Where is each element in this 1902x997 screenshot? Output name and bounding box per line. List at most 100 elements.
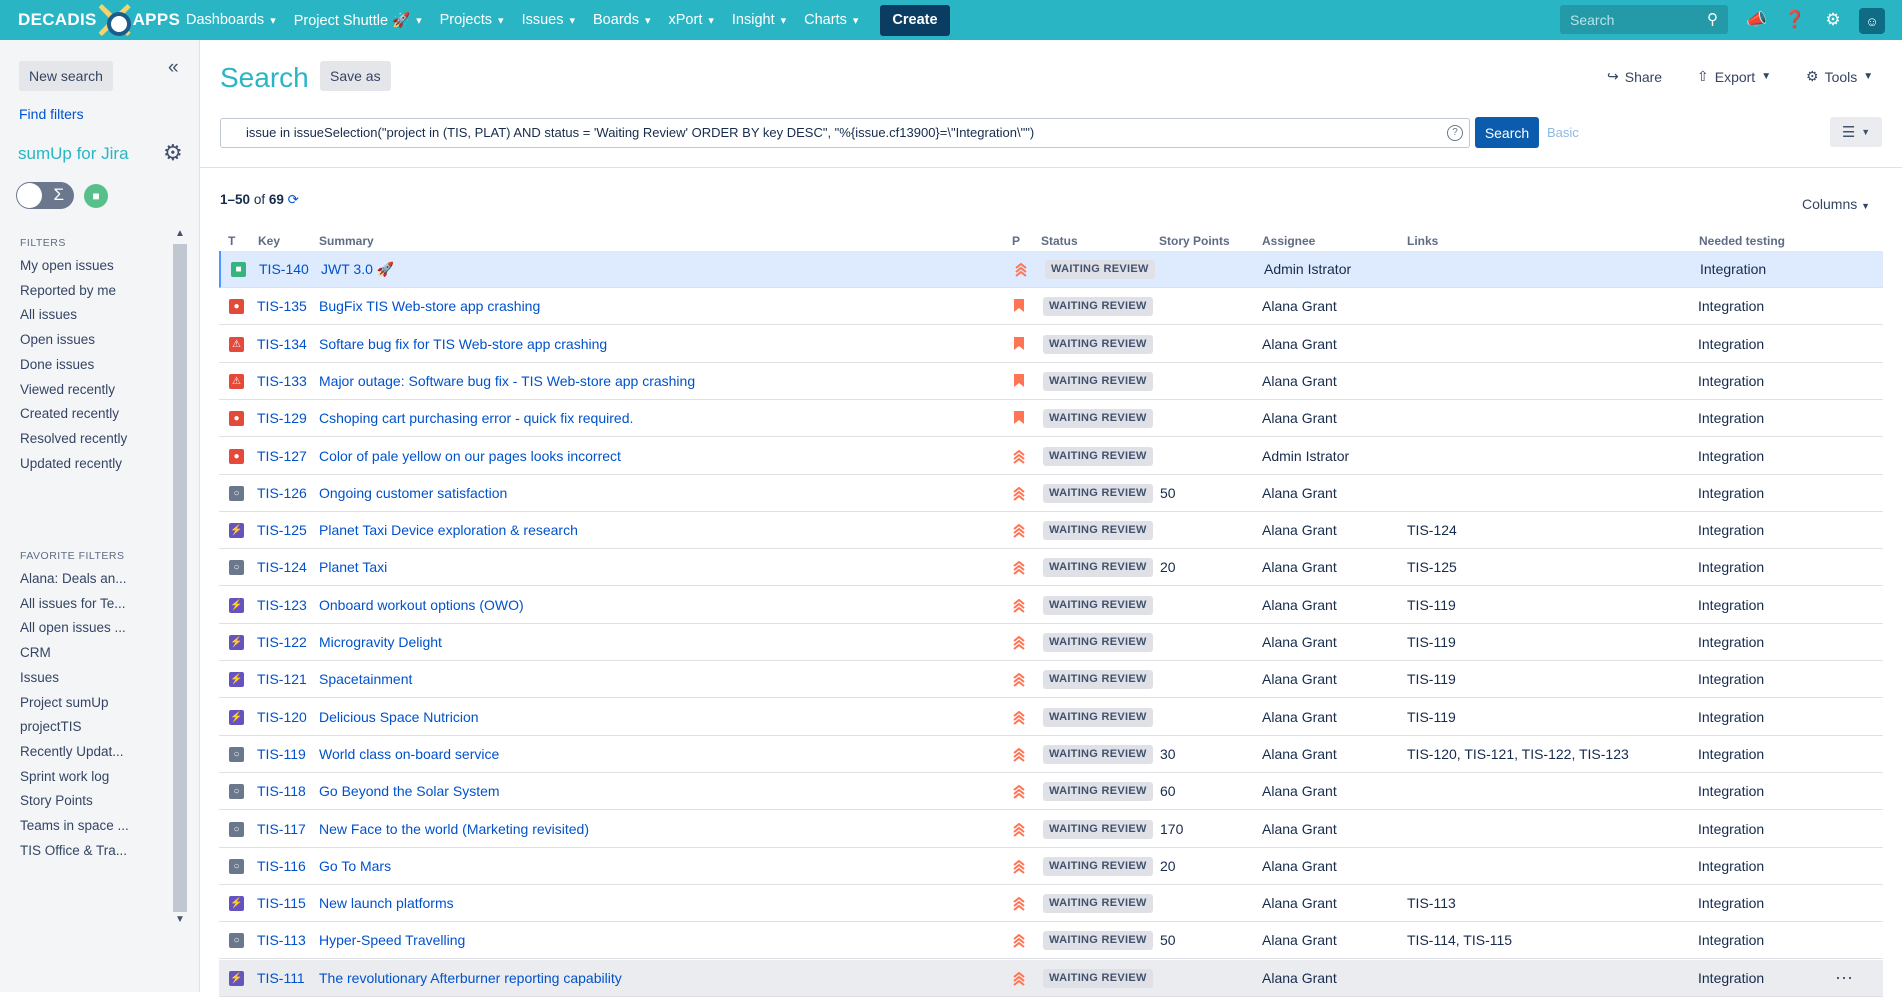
- nav-item[interactable]: Charts ▾: [804, 12, 858, 28]
- assignee-name[interactable]: Alana Grant: [1262, 549, 1337, 586]
- issue-summary-link[interactable]: New Face to the world (Marketing revisit…: [319, 811, 589, 848]
- issue-summary-link[interactable]: Softare bug fix for TIS Web-store app cr…: [319, 326, 607, 363]
- assignee-name[interactable]: Alana Grant: [1262, 363, 1337, 400]
- issue-summary-link[interactable]: Cshoping cart purchasing error - quick f…: [319, 400, 633, 437]
- issue-summary-link[interactable]: New launch platforms: [319, 885, 454, 922]
- assignee-name[interactable]: Admin Istrator: [1264, 251, 1351, 288]
- issue-key-link[interactable]: TIS-129: [257, 400, 307, 437]
- issue-row[interactable]: ⚠ TIS-133 Major outage: Software bug fix -…: [219, 363, 1883, 400]
- status-badge[interactable]: WAITING REVIEW: [1043, 894, 1153, 914]
- create-button[interactable]: Create: [880, 4, 950, 36]
- megaphone-icon[interactable]: 📣: [1745, 8, 1769, 32]
- issue-row[interactable]: ⚡ TIS-115 New launch platforms WAITING REVI…: [219, 885, 1883, 923]
- status-badge[interactable]: WAITING REVIEW: [1043, 521, 1153, 541]
- status-badge[interactable]: WAITING REVIEW: [1043, 968, 1153, 988]
- linked-issues[interactable]: TIS-119: [1407, 624, 1456, 661]
- status-badge[interactable]: WAITING REVIEW: [1043, 595, 1153, 615]
- nav-item[interactable]: Boards ▾: [593, 12, 650, 28]
- issue-key-link[interactable]: TIS-118: [257, 773, 306, 810]
- issue-row[interactable]: ○ TIS-117 New Face to the world (Marketing…: [219, 811, 1883, 848]
- status-badge[interactable]: WAITING REVIEW: [1043, 819, 1153, 839]
- search-button[interactable]: Search: [1475, 117, 1539, 148]
- assignee-name[interactable]: Alana Grant: [1262, 326, 1337, 363]
- issue-summary-link[interactable]: World class on-board service: [319, 736, 499, 773]
- issue-summary-link[interactable]: Delicious Space Nutricion: [319, 699, 479, 736]
- assignee-name[interactable]: Alana Grant: [1262, 773, 1337, 810]
- favorite-filter-link[interactable]: Project sumUp: [20, 695, 109, 710]
- share-button[interactable]: ↪ Share: [1607, 68, 1662, 85]
- issue-key-link[interactable]: TIS-111: [257, 960, 305, 997]
- issue-key-link[interactable]: TIS-133: [257, 363, 307, 400]
- favorite-filter-link[interactable]: TIS Office & Tra...: [20, 843, 127, 858]
- jql-help-icon[interactable]: ?: [1447, 125, 1463, 141]
- issue-key-link[interactable]: TIS-116: [257, 848, 306, 885]
- issue-summary-link[interactable]: Microgravity Delight: [319, 624, 442, 661]
- favorite-filter-link[interactable]: CRM: [20, 645, 51, 660]
- jql-input[interactable]: issue in issueSelection("project in (TIS…: [220, 118, 1470, 148]
- tools-button[interactable]: ⚙ Tools ▼: [1806, 68, 1873, 85]
- status-badge[interactable]: WAITING REVIEW: [1043, 856, 1153, 876]
- assignee-name[interactable]: Alana Grant: [1262, 587, 1337, 624]
- assignee-name[interactable]: Admin Istrator: [1262, 438, 1349, 475]
- issue-summary-link[interactable]: Spacetainment: [319, 661, 412, 698]
- column-header-story-points[interactable]: Story Points: [1159, 234, 1230, 248]
- issue-key-link[interactable]: TIS-126: [257, 475, 307, 512]
- sidebar-scrollbar[interactable]: ▲ ▼: [173, 228, 187, 928]
- linked-issues[interactable]: TIS-114, TIS-115: [1407, 922, 1512, 959]
- issue-key-link[interactable]: TIS-115: [257, 885, 306, 922]
- settings-gear-icon[interactable]: ⚙: [1821, 8, 1845, 32]
- issue-summary-link[interactable]: BugFix TIS Web-store app crashing: [319, 288, 540, 325]
- filter-link[interactable]: Resolved recently: [20, 431, 127, 446]
- status-badge[interactable]: WAITING REVIEW: [1043, 633, 1153, 652]
- linked-issues[interactable]: TIS-125: [1407, 549, 1457, 586]
- issue-row[interactable]: ⚡ TIS-120 Delicious Space Nutricion WAITING…: [219, 699, 1883, 736]
- issue-key-link[interactable]: TIS-127: [257, 438, 307, 475]
- issue-key-link[interactable]: TIS-134: [257, 326, 307, 363]
- columns-button[interactable]: Columns ▼: [1802, 196, 1870, 212]
- column-header-assignee[interactable]: Assignee: [1262, 234, 1315, 248]
- linked-issues[interactable]: TIS-119: [1407, 587, 1456, 624]
- assignee-name[interactable]: Alana Grant: [1262, 885, 1337, 922]
- favorite-filter-link[interactable]: Teams in space ...: [20, 818, 129, 833]
- filter-link[interactable]: Reported by me: [20, 283, 116, 298]
- column-header-type[interactable]: T: [228, 234, 235, 248]
- issue-summary-link[interactable]: Planet Taxi Device exploration & researc…: [319, 512, 578, 549]
- status-badge[interactable]: WAITING REVIEW: [1043, 446, 1153, 466]
- issue-row[interactable]: ○ TIS-113 Hyper-Speed Travelling WAITING RE…: [219, 922, 1883, 960]
- sumup-toggle[interactable]: Σ: [16, 182, 74, 209]
- find-filters-link[interactable]: Find filters: [19, 106, 84, 122]
- assignee-name[interactable]: Alana Grant: [1262, 811, 1337, 848]
- issue-summary-link[interactable]: Go Beyond the Solar System: [319, 773, 500, 810]
- layout-menu-button[interactable]: ☰ ▼: [1830, 117, 1882, 147]
- nav-item[interactable]: Dashboards ▾: [186, 12, 276, 28]
- status-badge[interactable]: WAITING REVIEW: [1043, 483, 1153, 503]
- favorite-filter-link[interactable]: Sprint work log: [20, 769, 109, 784]
- scroll-down-icon[interactable]: ▼: [173, 914, 187, 928]
- issue-row[interactable]: ⚡ TIS-122 Microgravity Delight WAITING REVI…: [219, 624, 1883, 661]
- linked-issues[interactable]: TIS-120, TIS-121, TIS-122, TIS-123: [1407, 736, 1629, 773]
- linked-issues[interactable]: TIS-113: [1407, 885, 1456, 922]
- issue-key-link[interactable]: TIS-121: [257, 661, 307, 698]
- status-badge[interactable]: WAITING REVIEW: [1043, 931, 1153, 951]
- column-header-priority[interactable]: P: [1012, 234, 1020, 248]
- export-button[interactable]: ⇧ Export ▼: [1697, 68, 1771, 85]
- user-avatar[interactable]: ☺: [1859, 8, 1885, 34]
- row-actions-icon[interactable]: ⋯: [1835, 960, 1853, 997]
- linked-issues[interactable]: TIS-124: [1407, 512, 1457, 549]
- sumup-title[interactable]: sumUp for Jira: [18, 144, 129, 164]
- refresh-icon[interactable]: ⟳: [288, 192, 299, 207]
- issue-key-link[interactable]: TIS-117: [257, 811, 306, 848]
- filter-link[interactable]: All issues: [20, 307, 77, 322]
- column-header-status[interactable]: Status: [1041, 234, 1078, 248]
- basic-mode-link[interactable]: Basic: [1547, 125, 1579, 140]
- issue-summary-link[interactable]: The revolutionary Afterburner reporting …: [319, 960, 622, 997]
- assignee-name[interactable]: Alana Grant: [1262, 512, 1337, 549]
- issue-row[interactable]: ⚡ TIS-111 The revolutionary Afterburner re…: [219, 959, 1883, 997]
- issue-row[interactable]: ○ TIS-116 Go To Mars WAITING REVIEW 20 Alana …: [219, 848, 1883, 885]
- issue-row[interactable]: ⚡ TIS-121 Spacetainment WAITING REVIEW Alana…: [219, 661, 1883, 699]
- issue-row[interactable]: ○ TIS-126 Ongoing customer satisfaction WAI…: [219, 475, 1883, 512]
- issue-summary-link[interactable]: Planet Taxi: [319, 549, 387, 586]
- nav-item[interactable]: Issues ▾: [522, 12, 575, 28]
- status-badge[interactable]: WAITING REVIEW: [1043, 782, 1153, 802]
- filter-link[interactable]: Done issues: [20, 357, 94, 372]
